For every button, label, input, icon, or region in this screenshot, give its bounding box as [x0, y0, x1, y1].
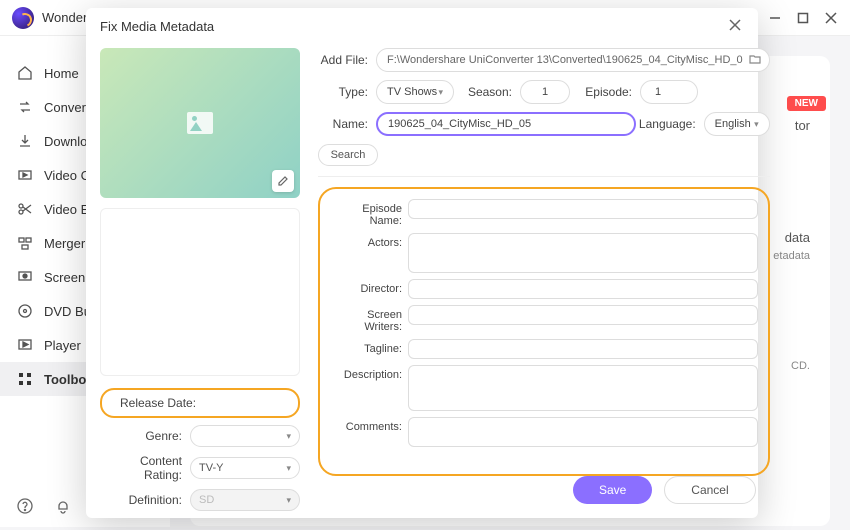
divider	[318, 176, 770, 177]
screen-writers-label: Screen Writers:	[330, 305, 408, 333]
close-icon[interactable]	[824, 11, 838, 25]
app-logo	[12, 7, 34, 29]
toolbox-icon	[16, 370, 34, 388]
season-label: Season:	[454, 85, 520, 99]
episode-label: Episode:	[570, 85, 640, 99]
name-input[interactable]: 190625_04_CityMisc_HD_05	[376, 112, 636, 136]
definition-label: Definition:	[100, 493, 190, 507]
maximize-icon[interactable]	[796, 11, 810, 25]
genre-label: Genre:	[100, 429, 190, 443]
scissors-icon	[16, 200, 34, 218]
sidebar-label: Convert	[44, 100, 90, 115]
download-icon	[16, 132, 34, 150]
screen-writers-input[interactable]	[408, 305, 758, 325]
fix-metadata-modal: Fix Media Metadata Release Date: Genre:	[86, 8, 758, 518]
content-rating-label: Content Rating:	[100, 454, 190, 482]
sidebar-label: DVD Bu	[44, 304, 91, 319]
director-label: Director:	[330, 279, 408, 295]
type-label: Type:	[318, 85, 376, 99]
content-rating-select[interactable]: TV-Y▾	[190, 457, 300, 479]
tagline-label: Tagline:	[330, 339, 408, 355]
season-input[interactable]: 1	[520, 80, 570, 104]
bg-text-fragment: CD.	[791, 360, 810, 372]
bg-text-fragment: etadata	[773, 250, 810, 262]
description-label: Description:	[330, 365, 408, 381]
sidebar-label: Player	[44, 338, 81, 353]
save-button[interactable]: Save	[573, 476, 652, 504]
sidebar-label: Home	[44, 66, 79, 81]
dvd-icon	[16, 302, 34, 320]
tagline-input[interactable]	[408, 339, 758, 359]
metadata-preview-box	[100, 208, 300, 376]
actors-input[interactable]	[408, 233, 758, 273]
language-label: Language:	[636, 117, 704, 131]
episode-input[interactable]: 1	[640, 80, 698, 104]
add-file-path[interactable]: F:\Wondershare UniConverter 13\Converted…	[376, 48, 770, 72]
bg-text-fragment: data	[785, 230, 810, 245]
player-icon	[16, 336, 34, 354]
home-icon	[16, 64, 34, 82]
description-input[interactable]	[408, 365, 758, 411]
language-select[interactable]: English▾	[704, 112, 770, 136]
edit-thumbnail-button[interactable]	[272, 170, 294, 192]
convert-icon	[16, 98, 34, 116]
minimize-icon[interactable]	[768, 11, 782, 25]
image-placeholder-icon	[187, 112, 213, 134]
thumbnail-preview	[100, 48, 300, 198]
add-file-label: Add File:	[318, 53, 376, 67]
modal-close-button[interactable]	[728, 18, 744, 34]
actors-label: Actors:	[330, 233, 408, 249]
comments-input[interactable]	[408, 417, 758, 447]
cancel-button[interactable]: Cancel	[664, 476, 755, 504]
merge-icon	[16, 234, 34, 252]
type-select[interactable]: TV Shows▾	[376, 80, 454, 104]
metadata-fields-panel: Episode Name: Actors: Director: Screen W…	[318, 187, 770, 476]
browse-folder-icon[interactable]	[748, 52, 764, 68]
sidebar-label: Merger	[44, 236, 85, 251]
genre-select[interactable]: ▾	[190, 425, 300, 447]
bell-icon[interactable]	[54, 497, 72, 515]
director-input[interactable]	[408, 279, 758, 299]
episode-name-label: Episode Name:	[330, 199, 408, 227]
app-title: Wonder	[42, 10, 87, 25]
name-label: Name:	[318, 117, 376, 131]
release-date-label: Release Date:	[102, 396, 204, 410]
modal-title: Fix Media Metadata	[100, 19, 214, 34]
release-date-input[interactable]	[204, 392, 294, 414]
search-button[interactable]: Search	[318, 144, 378, 166]
screen-record-icon	[16, 268, 34, 286]
bg-text-fragment: tor	[795, 118, 810, 133]
help-icon[interactable]	[16, 497, 34, 515]
episode-name-input[interactable]	[408, 199, 758, 219]
video-compress-icon	[16, 166, 34, 184]
comments-label: Comments:	[330, 417, 408, 433]
definition-select[interactable]: SD▾	[190, 489, 300, 511]
new-badge: NEW	[787, 96, 826, 111]
